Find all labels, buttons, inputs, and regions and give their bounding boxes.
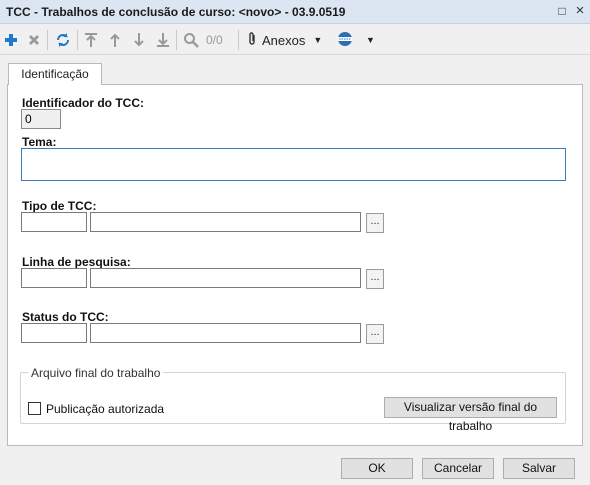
status-description-input[interactable] [90,323,361,343]
view-final-version-button[interactable]: Visualizar versão final do trabalho [384,397,557,433]
globe-icon [337,31,353,50]
linha-lookup-button[interactable]: ... [366,269,384,289]
first-icon[interactable] [82,30,100,50]
toolbar: 0/0 Anexos ▼ ▼ [0,25,590,55]
window-title: TCC - Trabalhos de conclusão de curso: <… [6,5,346,19]
identificacao-panel: Identificador do TCC: 0 Tema: Tipo de TC… [7,84,583,446]
publicacao-checkbox[interactable] [28,402,41,415]
status-label: Status do TCC: [22,310,109,324]
chevron-down-icon: ▼ [366,35,375,45]
title-bar: TCC - Trabalhos de conclusão de curso: <… [0,0,590,24]
tema-input[interactable] [21,148,566,181]
chevron-down-icon: ▼ [313,35,323,45]
restore-icon[interactable]: □ [554,3,570,19]
identificador-field: 0 [21,109,61,129]
paperclip-icon [246,31,258,50]
identificador-label: Identificador do TCC: [22,96,144,110]
search-icon[interactable] [181,30,201,50]
arquivo-legend: Arquivo final do trabalho [28,366,164,380]
linha-code-input[interactable] [21,268,87,288]
cancel-button[interactable]: Cancelar [422,458,494,479]
delete-icon[interactable] [25,30,43,50]
anexos-label: Anexos [262,32,306,48]
tipo-label: Tipo de TCC: [22,199,97,213]
toolbar-separator [238,30,239,50]
toolbar-separator [77,30,78,50]
anexos-button[interactable]: Anexos ▼ [246,30,332,50]
save-button[interactable]: Salvar [503,458,575,479]
refresh-icon[interactable] [53,30,73,50]
status-lookup-button[interactable]: ... [366,324,384,344]
globe-dropdown-button[interactable]: ▼ [337,30,377,50]
last-icon[interactable] [154,30,172,50]
record-counter: 0/0 [206,33,223,47]
toolbar-separator [47,30,48,50]
previous-icon[interactable] [106,30,124,50]
toolbar-separator [176,30,177,50]
linha-label: Linha de pesquisa: [22,255,131,269]
status-code-input[interactable] [21,323,87,343]
tab-identificacao[interactable]: Identificação [8,63,102,85]
close-icon[interactable]: × [572,3,588,19]
tema-label: Tema: [22,135,57,149]
tipo-code-input[interactable] [21,212,87,232]
linha-description-input[interactable] [90,268,361,288]
ok-button[interactable]: OK [341,458,413,479]
publicacao-checkbox-label[interactable]: Publicação autorizada [46,402,164,416]
tipo-lookup-button[interactable]: ... [366,213,384,233]
tipo-description-input[interactable] [90,212,361,232]
next-icon[interactable] [130,30,148,50]
add-icon[interactable] [2,30,20,50]
